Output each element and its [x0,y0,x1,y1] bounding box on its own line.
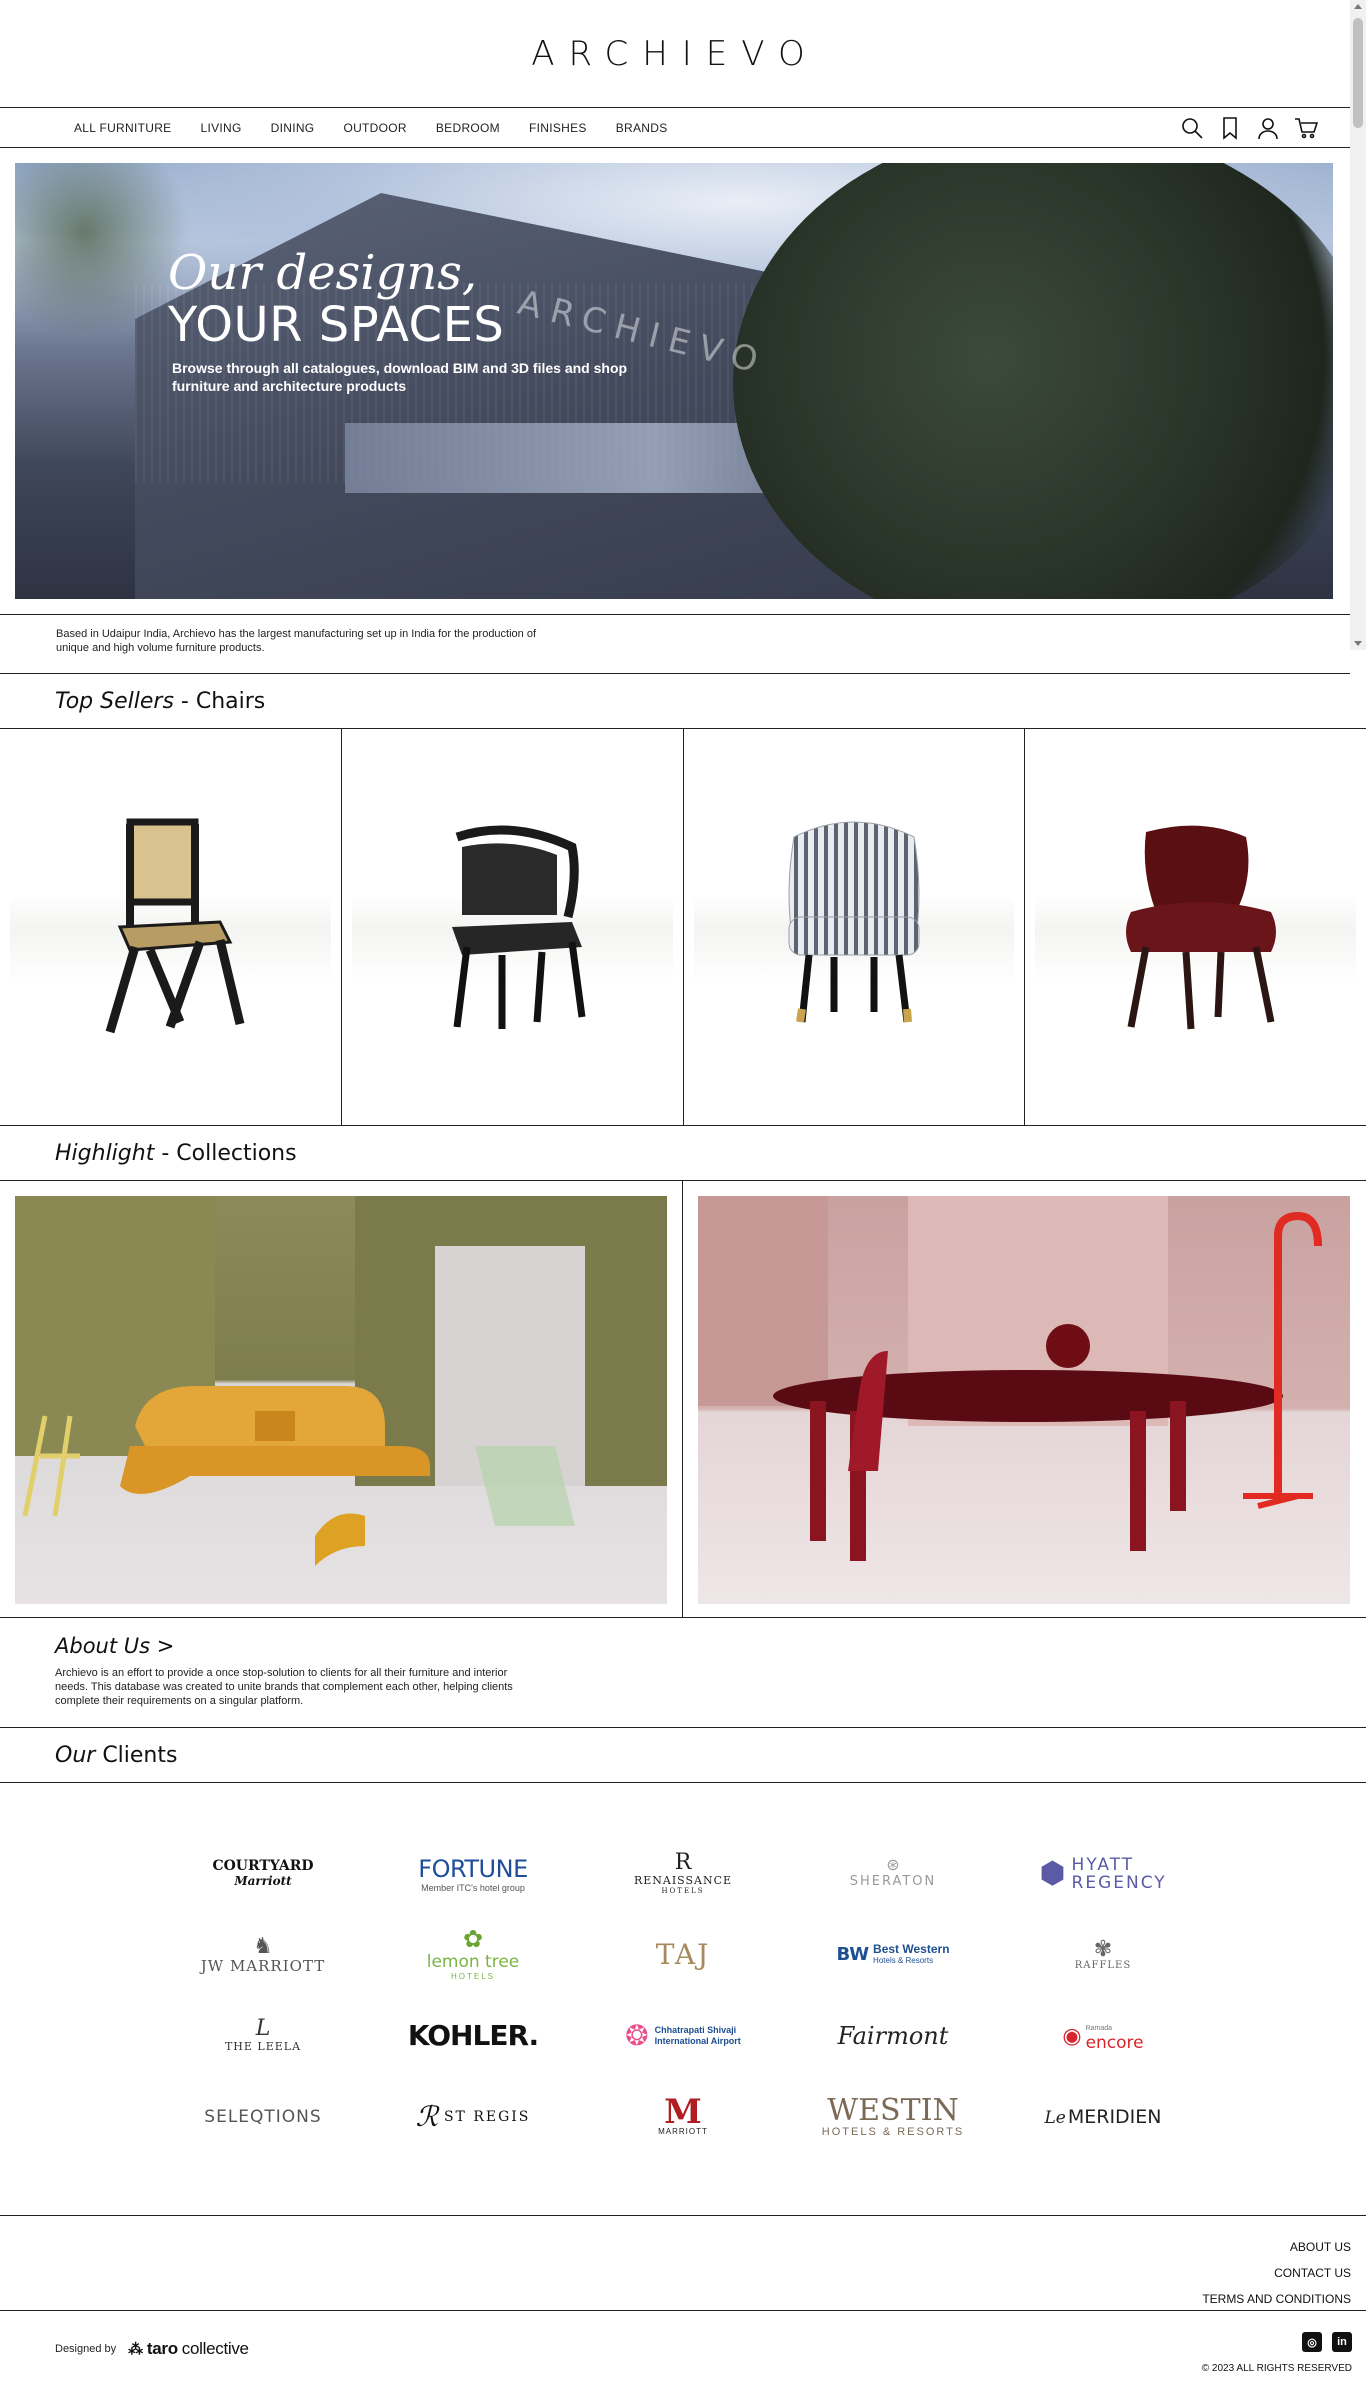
client-logo-the-leela: L THE LEELA [224,2016,302,2054]
client-logo-grid: COURTYARD Marriott FORTUNE Member ITC's … [158,1833,1208,2157]
client-logo-ramada-encore: ◉ Ramada encore [1062,2022,1144,2053]
footer-bottom-bar: Designed by ⁂ taro collective ◎ in © 2023… [0,2311,1366,2393]
footer: ABOUT US CONTACT US TERMS AND CONDITIONS [0,2216,1366,2311]
client-logo-sheraton: ⊛ SHERATON [849,1857,937,1890]
sheraton-emblem-icon: ⊛ [886,1857,900,1874]
client-logo-raffles: ✾ RAFFLES [1074,1936,1132,1972]
product-card-cane-chair[interactable] [0,729,342,1125]
nav-item-bedroom[interactable]: BEDROOM [436,121,500,135]
encore-emblem-icon: ◉ [1062,2022,1082,2048]
hero-title-line2: YOUR SPACES [168,297,505,353]
lemon-tree-emblem-icon: ✿ [462,1926,484,1953]
product-card-striped-chair[interactable] [683,729,1026,1125]
nav-links: ALL FURNITURE LIVING DINING OUTDOOR BEDR… [74,108,697,148]
red-dining-collection-image [698,1196,1322,1561]
copyright: © 2023 ALL RIGHTS RESERVED [1201,2363,1352,2374]
client-logo-csmia: ❂ Chhatrapati Shivaji International Airp… [625,2020,741,2051]
nav-item-brands[interactable]: BRANDS [616,121,668,135]
client-logo-fortune: FORTUNE Member ITC's hotel group [418,1854,528,1893]
scrollbar[interactable] [1350,0,1366,650]
product-card-black-armchair[interactable] [341,729,684,1125]
client-logo-kohler: KOHLER. [407,2019,539,2052]
clients-header: Our Clients [0,1728,1366,1783]
client-logo-seleqtions: SELEQTIONS [204,2106,322,2127]
bookmark-icon[interactable] [1218,116,1242,140]
site-header: ARCHIEVO [0,0,1366,108]
product-card-burgundy-chair[interactable] [1025,729,1366,1125]
social-links: ◎ in [1302,2332,1352,2352]
footer-link-about-us[interactable]: ABOUT US [1202,2234,1351,2260]
client-logo-best-western: BW Best Western Hotels & Resorts [836,1941,950,1966]
hero-banner: ARCHIEVO Our designs, YOUR SPACES Browse… [15,163,1333,599]
collections-grid [0,1181,1366,1618]
client-logo-hyatt: ⬢ HYATT REGENCY [1039,1854,1167,1893]
client-logo-jw-marriott: ♞ JW MARRIOTT [200,1932,326,1975]
intro-section: Based in Udaipur India, Archievo has the… [0,614,1350,674]
search-icon[interactable] [1180,116,1204,140]
nav-item-living[interactable]: LIVING [200,121,241,135]
top-sellers-grid [0,729,1366,1126]
about-text: Archievo is an effort to provide a once … [55,1667,513,1707]
scrollbar-thumb[interactable] [1353,18,1363,128]
footer-link-terms[interactable]: TERMS AND CONDITIONS [1202,2286,1351,2312]
olive-sofa-collection-image [15,1196,667,1566]
hero-title-line1: Our designs, [168,245,478,301]
scroll-up-arrow-icon[interactable] [1354,4,1362,9]
clients-title: Our Clients [55,1743,178,1768]
cart-icon[interactable] [1294,116,1319,140]
hero-subtitle: Browse through all catalogues, download … [172,360,628,394]
collections-header: Highlight - Collections [0,1126,1366,1181]
hyatt-emblem-icon: ⬢ [1039,1856,1066,1890]
user-icon[interactable] [1256,116,1280,140]
client-logo-taj: TAJ [655,1938,711,1971]
client-logo-lemon-tree: ✿ lemon tree HOTELS [426,1926,520,1982]
collections-title: Highlight - Collections [55,1141,297,1166]
linkedin-icon[interactable]: in [1332,2332,1352,2352]
top-sellers-title: Top Sellers - Chairs [55,689,266,714]
nav-icons [1180,116,1319,140]
site-logo[interactable]: ARCHIEVO [0,34,1350,74]
cane-chair-image [106,818,245,1034]
raffles-tree-icon: ✾ [1093,1936,1113,1961]
hero-tree [733,163,1333,599]
client-logo-renaissance: R RENAISSANCE HOTELS [633,1850,733,1896]
top-sellers-header: Top Sellers - Chairs [0,674,1366,729]
client-logo-marriott: M MARRIOTT [658,2092,708,2136]
nav-item-outdoor[interactable]: OUTDOOR [343,121,406,135]
designed-by-label: Designed by [55,2343,117,2355]
airport-swirl-icon: ❂ [625,2020,649,2051]
about-us-link[interactable]: About Us > [55,1634,174,1658]
intro-text: Based in Udaipur India, Archievo has the… [56,628,537,654]
collection-card-olive-sofa[interactable] [15,1196,667,1604]
scroll-down-arrow-icon[interactable] [1354,641,1362,646]
hero-title: Our designs, YOUR SPACES [168,247,504,351]
marriott-m-icon: M [664,2092,702,2132]
black-armchair-image [452,825,586,1029]
taro-dots-icon: ⁂ [128,2341,143,2358]
client-logo-fairmont: Fairmont [837,2021,949,2050]
striped-chair-image [788,821,920,1023]
about-section: About Us > Archievo is an effort to prov… [0,1618,1366,1728]
footer-links: ABOUT US CONTACT US TERMS AND CONDITIONS [1202,2234,1351,2312]
st-regis-monogram-icon: ℛ [415,2100,438,2133]
main-nav: ALL FURNITURE LIVING DINING OUTDOOR BEDR… [0,108,1350,148]
nav-item-finishes[interactable]: FINISHES [529,121,587,135]
collections-divider [682,1181,683,1618]
client-logo-courtyard: COURTYARD Marriott [212,1857,314,1888]
jw-marriott-emblem-icon: ♞ [253,1932,273,1958]
instagram-icon[interactable]: ◎ [1302,2332,1322,2352]
client-logo-westin: WESTIN HOTELS & RESORTS [821,2092,965,2138]
tarocollective-logo[interactable]: ⁂ taro collective [128,2339,249,2359]
clients-section: COURTYARD Marriott FORTUNE Member ITC's … [0,1783,1366,2216]
client-logo-st-regis: ℛ ST REGIS [415,2100,531,2133]
nav-item-all-furniture[interactable]: ALL FURNITURE [74,121,171,135]
footer-link-contact-us[interactable]: CONTACT US [1202,2260,1351,2286]
designed-by: Designed by ⁂ taro collective [55,2339,249,2359]
burgundy-chair-image [1125,825,1276,1030]
nav-item-dining[interactable]: DINING [271,121,315,135]
client-logo-le-meridien: Le MERIDIEN [1044,2105,1162,2128]
collection-card-red-dining[interactable] [698,1196,1350,1604]
